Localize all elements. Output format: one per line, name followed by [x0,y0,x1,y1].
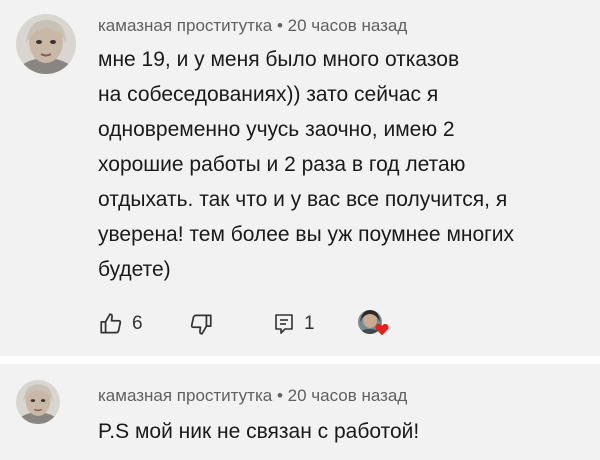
comment-text-line: одновременно учусь заочно, имею 2 [98,118,455,141]
comment-text-line: уверена! тем более вы уж поумнее многих [98,223,515,246]
comment-text: P.S мой ник не связан с работой! [98,414,590,449]
avatar[interactable] [16,380,60,424]
dislike-button[interactable] [188,308,214,340]
comment-text-line: отдыхать. так что и у вас все получится,… [98,188,508,211]
comment-text-line: мне 19, и у меня было много отказов [98,48,460,71]
comment-time[interactable]: 20 часов назад [288,16,408,35]
comment-meta: камазная проститутка • 20 часов назад [98,16,407,36]
thumbs-down-icon [188,311,214,337]
comment-divider [0,356,600,364]
comment-text-line: будете) [98,258,171,281]
author-name[interactable]: камазная проститутка [98,386,272,405]
creator-heart-icon [375,323,389,336]
comment-text-line: хорошие работы и 2 раза в год летаю [98,153,466,176]
comment-actions: 6 1 [98,308,418,340]
avatar[interactable] [16,14,76,74]
comment-2: камазная проститутка • 20 часов назад P.… [0,364,600,460]
comment-meta: камазная проститутка • 20 часов назад [98,386,407,406]
comment-text: мне 19, и у меня было много отказов на с… [98,42,590,287]
thumbs-up-icon [98,311,124,337]
reply-button[interactable]: 1 [272,308,315,340]
comment-text-line: P.S мой ник не связан с работой! [98,420,420,443]
author-name[interactable]: камазная проститутка [98,16,272,35]
meta-separator: • [272,386,288,405]
like-count: 6 [132,313,143,334]
reply-icon [272,312,296,336]
reply-count: 1 [304,313,315,334]
meta-separator: • [272,16,288,35]
creator-heart[interactable] [356,308,390,340]
comment-text-line: на собеседованиях)) зато сейчас я [98,83,439,106]
like-button[interactable]: 6 [98,308,143,340]
comment-1: камазная проститутка • 20 часов назад мн… [0,0,600,356]
comment-time[interactable]: 20 часов назад [288,386,408,405]
